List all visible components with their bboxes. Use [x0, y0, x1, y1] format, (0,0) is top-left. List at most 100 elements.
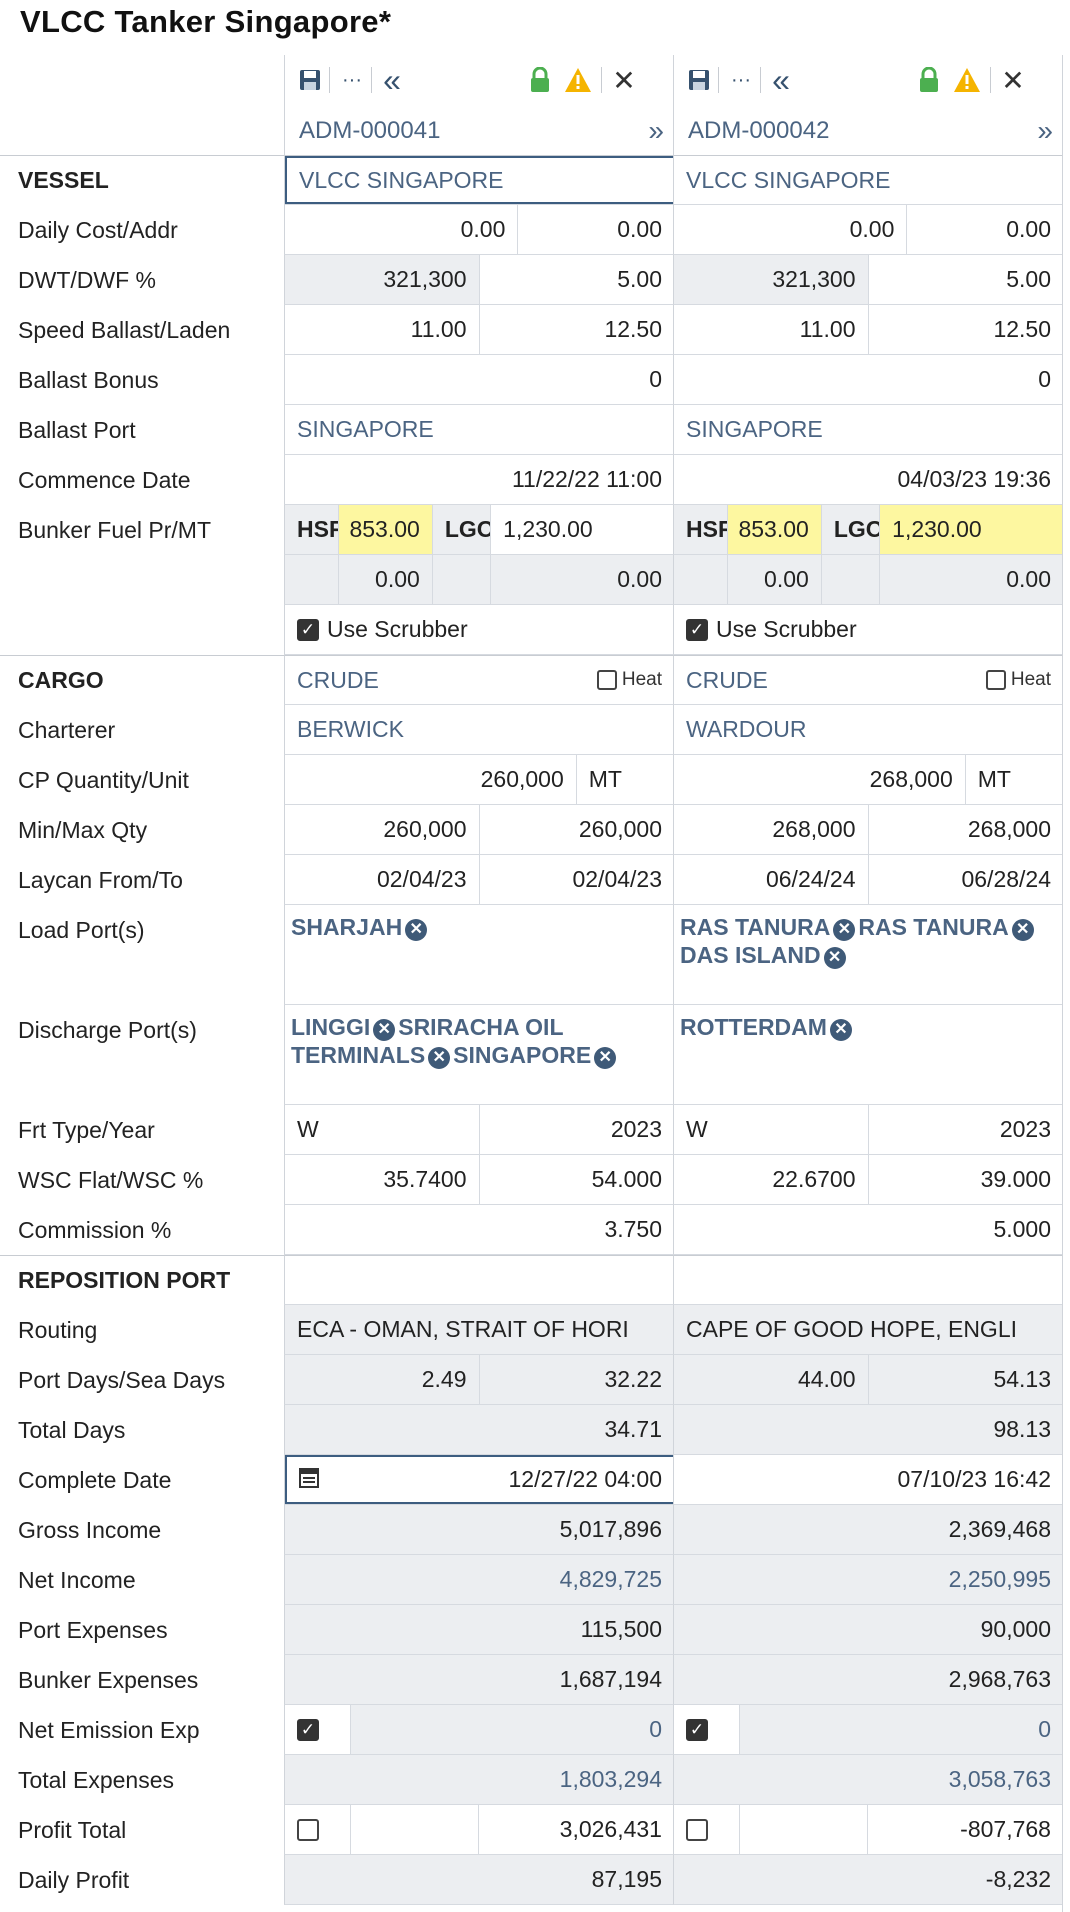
addr-field[interactable]: 0.00 — [518, 205, 674, 254]
cp-unit-field[interactable]: MT — [577, 755, 674, 804]
collapse-left-icon[interactable]: « — [766, 62, 796, 98]
commence-date-field[interactable]: 04/03/23 19:36 — [674, 455, 1063, 504]
net-income-field[interactable]: 4,829,725 — [285, 1555, 674, 1604]
laycan-to-field[interactable]: 02/04/23 — [480, 855, 675, 904]
expand-right-icon[interactable]: » — [1037, 115, 1053, 147]
collapse-left-icon[interactable]: « — [377, 62, 407, 98]
remove-chip-icon[interactable]: ✕ — [405, 919, 428, 941]
close-icon[interactable]: ✕ — [998, 65, 1028, 96]
reposition-field[interactable] — [285, 1256, 674, 1304]
cp-unit-field[interactable]: MT — [966, 755, 1063, 804]
profit-checkbox[interactable] — [686, 1818, 708, 1841]
speed-ballast-field[interactable]: 11.00 — [285, 305, 480, 354]
heat-checkbox[interactable]: Heat — [985, 669, 1051, 691]
reposition-field[interactable] — [674, 1256, 1063, 1304]
wsc-flat-field[interactable]: 22.6700 — [674, 1155, 869, 1204]
load-ports-field[interactable]: RAS TANURA ✕ RAS TANURA ✕DAS ISLAND ✕ — [674, 905, 1063, 1004]
laycan-from-field[interactable]: 02/04/23 — [285, 855, 480, 904]
remove-chip-icon[interactable]: ✕ — [829, 1019, 852, 1041]
lock-icon[interactable] — [525, 65, 555, 95]
remove-chip-icon[interactable]: ✕ — [373, 1019, 396, 1041]
commence-date-field[interactable]: 11/22/22 11:00 — [285, 455, 674, 504]
commission-field[interactable]: 3.750 — [285, 1205, 674, 1254]
laycan-from-field[interactable]: 06/24/24 — [674, 855, 869, 904]
remove-chip-icon[interactable]: ✕ — [428, 1047, 451, 1069]
hsf-price-field[interactable]: 853.00 — [728, 505, 822, 554]
wsc-pct-field[interactable]: 54.000 — [480, 1155, 675, 1204]
cp-quantity-field[interactable]: 260,000 — [285, 755, 577, 804]
charterer-field[interactable]: WARDOUR — [674, 705, 1063, 754]
heat-checkbox[interactable]: Heat — [596, 669, 662, 691]
speed-laden-field[interactable]: 12.50 — [480, 305, 675, 354]
use-scrubber-checkbox[interactable]: ✓ Use Scrubber — [674, 605, 857, 654]
net-emission-field[interactable]: 0 — [351, 1705, 674, 1754]
remove-chip-icon[interactable]: ✕ — [594, 1047, 617, 1069]
total-expenses-field[interactable]: 1,803,294 — [285, 1755, 674, 1804]
checkbox-checked-icon[interactable]: ✓ — [686, 618, 708, 641]
cargo-value[interactable]: CRUDE — [297, 667, 379, 694]
load-ports-field[interactable]: SHARJAH ✕ — [285, 905, 436, 1004]
dwf-field[interactable]: 5.00 — [480, 255, 675, 304]
vessel-field[interactable]: VLCC SINGAPORE — [674, 156, 1063, 204]
frt-type-field[interactable]: W — [674, 1105, 869, 1154]
save-icon[interactable] — [684, 65, 714, 95]
complete-date-field[interactable]: 07/10/23 16:42 — [674, 1455, 1063, 1504]
use-scrubber-checkbox[interactable]: ✓ Use Scrubber — [285, 605, 468, 654]
speed-ballast-field[interactable]: 11.00 — [674, 305, 869, 354]
discharge-ports-field[interactable]: LINGGI ✕ SRIRACHA OIL TERMINALS ✕ SINGAPORE ✕ — [285, 1005, 674, 1104]
daily-cost-field[interactable]: 0.00 — [285, 205, 519, 254]
remove-chip-icon[interactable]: ✕ — [1011, 919, 1034, 941]
ballast-bonus-field[interactable]: 0 — [285, 355, 674, 404]
laycan-to-field[interactable]: 06/28/24 — [869, 855, 1064, 904]
net-emission-checkbox[interactable]: ✓ — [297, 1718, 319, 1741]
remove-chip-icon[interactable]: ✕ — [833, 919, 856, 941]
lgo-price-field[interactable]: 1,230.00 — [880, 505, 1063, 554]
dwt-field[interactable]: 321,300 — [674, 255, 869, 304]
min-qty-field[interactable]: 268,000 — [674, 805, 869, 854]
net-emission-checkbox[interactable]: ✓ — [686, 1718, 708, 1741]
frt-type-field[interactable]: W — [285, 1105, 480, 1154]
dwt-field[interactable]: 321,300 — [285, 255, 480, 304]
warning-icon[interactable] — [563, 65, 593, 95]
checkbox-unchecked-icon[interactable] — [985, 670, 1006, 690]
close-icon[interactable]: ✕ — [609, 65, 639, 96]
remove-chip-icon[interactable]: ✕ — [823, 947, 846, 969]
ballast-port-field[interactable]: SINGAPORE — [674, 405, 1063, 454]
routing-field[interactable]: ECA - OMAN, STRAIT OF HORI — [285, 1305, 674, 1354]
complete-date-field[interactable]: 12/27/22 04:00 — [285, 1455, 674, 1504]
daily-cost-field[interactable]: 0.00 — [674, 205, 908, 254]
cp-quantity-field[interactable]: 268,000 — [674, 755, 966, 804]
max-qty-field[interactable]: 268,000 — [869, 805, 1064, 854]
vessel-field[interactable]: VLCC SINGAPORE — [285, 156, 674, 204]
net-income-field[interactable]: 2,250,995 — [674, 1555, 1063, 1604]
more-icon[interactable]: ··· — [726, 65, 756, 95]
ballast-bonus-field[interactable]: 0 — [674, 355, 1063, 404]
checkbox-unchecked-icon[interactable] — [596, 670, 617, 690]
expand-right-icon[interactable]: » — [648, 115, 664, 147]
min-qty-field[interactable]: 260,000 — [285, 805, 480, 854]
calendar-icon[interactable] — [299, 1466, 319, 1494]
frt-year-field[interactable]: 2023 — [480, 1105, 675, 1154]
ballast-port-field[interactable]: SINGAPORE — [285, 405, 674, 454]
more-icon[interactable]: ··· — [337, 65, 367, 95]
checkbox-checked-icon[interactable]: ✓ — [297, 618, 319, 641]
warning-icon[interactable] — [952, 65, 982, 95]
addr-field[interactable]: 0.00 — [907, 205, 1063, 254]
cargo-value[interactable]: CRUDE — [686, 667, 768, 694]
dwf-field[interactable]: 5.00 — [869, 255, 1064, 304]
total-expenses-field[interactable]: 3,058,763 — [674, 1755, 1063, 1804]
profit-checkbox[interactable] — [297, 1818, 319, 1841]
charterer-field[interactable]: BERWICK — [285, 705, 674, 754]
save-icon[interactable] — [295, 65, 325, 95]
estimate-id[interactable]: ADM-000042 — [688, 117, 829, 145]
hsf-price-field[interactable]: 853.00 — [339, 505, 433, 554]
discharge-ports-field[interactable]: ROTTERDAM ✕ — [674, 1005, 861, 1104]
routing-field[interactable]: CAPE OF GOOD HOPE, ENGLI — [674, 1305, 1063, 1354]
commission-field[interactable]: 5.000 — [674, 1205, 1063, 1254]
lock-icon[interactable] — [914, 65, 944, 95]
net-emission-field[interactable]: 0 — [740, 1705, 1063, 1754]
wsc-pct-field[interactable]: 39.000 — [869, 1155, 1064, 1204]
frt-year-field[interactable]: 2023 — [869, 1105, 1064, 1154]
speed-laden-field[interactable]: 12.50 — [869, 305, 1064, 354]
estimate-id[interactable]: ADM-000041 — [299, 117, 440, 145]
